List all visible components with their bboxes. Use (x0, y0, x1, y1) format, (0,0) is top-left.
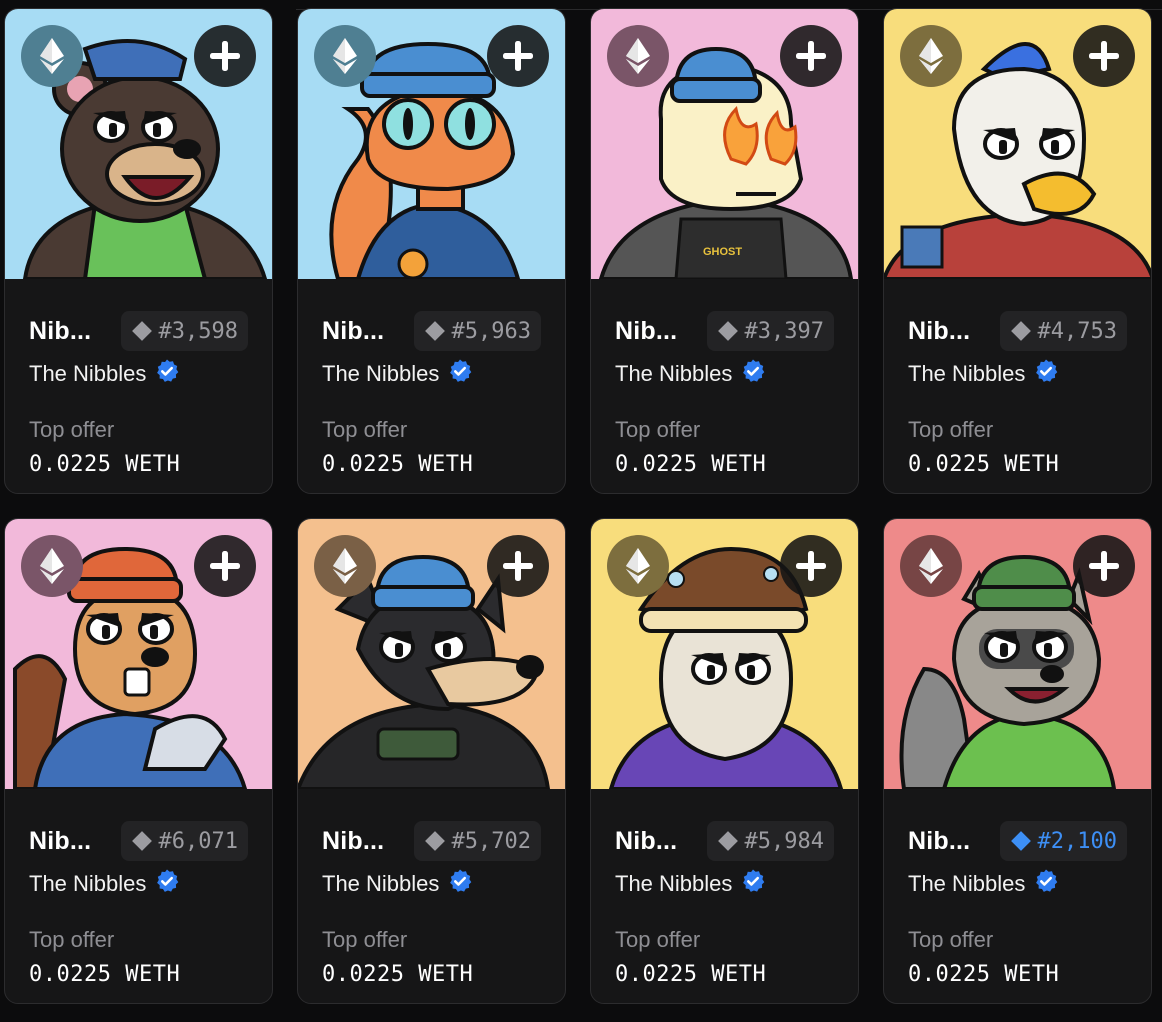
ethereum-icon (607, 535, 669, 597)
collection-name[interactable]: The Nibbles (29, 871, 146, 897)
nft-name[interactable]: Nib... (29, 317, 91, 346)
nft-name[interactable]: Nib... (908, 317, 970, 346)
svg-text:GHOST: GHOST (703, 246, 742, 258)
verified-badge-icon (740, 358, 766, 389)
top-offer-label: Top offer (322, 927, 408, 952)
nft-image[interactable] (298, 9, 565, 279)
rarity-rank: #5,702 (451, 828, 531, 854)
top-offer-value: 0.0225 WETH (322, 452, 474, 477)
nft-name[interactable]: Nib... (615, 827, 677, 856)
nft-card[interactable]: GHOST Nib... #3,397 The Nibbles Top offe… (590, 8, 859, 494)
top-offer-label: Top offer (908, 927, 994, 952)
rarity-rank: #3,397 (744, 318, 824, 344)
nft-card[interactable]: Nib... #5,984 The Nibbles Top offer 0.02… (590, 518, 859, 1004)
top-offer-label: Top offer (615, 417, 701, 442)
add-to-cart-button[interactable] (1073, 535, 1135, 597)
nft-name[interactable]: Nib... (615, 317, 677, 346)
ethereum-icon (607, 25, 669, 87)
ethereum-icon (900, 535, 962, 597)
diamond-icon (1010, 831, 1031, 851)
top-offer-label: Top offer (615, 927, 701, 952)
top-offer-value: 0.0225 WETH (615, 452, 767, 477)
top-offer-value: 0.0225 WETH (908, 962, 1060, 987)
diamond-icon (131, 831, 152, 851)
rarity-rank: #3,598 (158, 318, 238, 344)
nft-name[interactable]: Nib... (322, 317, 384, 346)
diamond-icon (717, 321, 738, 341)
nft-card[interactable]: Nib... #3,598 The Nibbles Top offer 0.02… (4, 8, 273, 494)
rarity-rank-badge: #3,397 (706, 311, 834, 351)
nft-card[interactable]: Nib... #2,100 The Nibbles Top offer 0.02… (883, 518, 1152, 1004)
top-offer-label: Top offer (322, 417, 408, 442)
rarity-rank-badge: #3,598 (120, 311, 248, 351)
nft-image[interactable] (5, 9, 272, 279)
diamond-icon (1010, 321, 1031, 341)
add-to-cart-button[interactable] (487, 535, 549, 597)
collection-name[interactable]: The Nibbles (908, 871, 1025, 897)
diamond-icon (131, 321, 152, 341)
rarity-rank: #5,963 (451, 318, 531, 344)
collection-name[interactable]: The Nibbles (615, 871, 732, 897)
top-offer-label: Top offer (908, 417, 994, 442)
top-offer-label: Top offer (29, 417, 115, 442)
add-to-cart-button[interactable] (194, 25, 256, 87)
rarity-rank-badge: #5,963 (413, 311, 541, 351)
nft-card[interactable]: Nib... #5,702 The Nibbles Top offer 0.02… (297, 518, 566, 1004)
nft-card[interactable]: Nib... #4,753 The Nibbles Top offer 0.02… (883, 8, 1152, 494)
rarity-rank: #5,984 (744, 828, 824, 854)
verified-badge-icon (154, 358, 180, 389)
collection-name[interactable]: The Nibbles (322, 871, 439, 897)
rarity-rank-badge: #5,984 (706, 821, 834, 861)
ethereum-icon (21, 25, 83, 87)
verified-badge-icon (447, 358, 473, 389)
ethereum-icon (314, 535, 376, 597)
collection-name[interactable]: The Nibbles (29, 361, 146, 387)
verified-badge-icon (1033, 358, 1059, 389)
rarity-rank-badge: #2,100 (999, 821, 1127, 861)
nft-image[interactable] (591, 519, 858, 789)
diamond-icon (717, 831, 738, 851)
collection-name[interactable]: The Nibbles (615, 361, 732, 387)
verified-badge-icon (154, 868, 180, 899)
nft-name[interactable]: Nib... (908, 827, 970, 856)
rarity-rank: #2,100 (1037, 828, 1117, 854)
add-to-cart-button[interactable] (487, 25, 549, 87)
nft-grid: Nib... #3,598 The Nibbles Top offer 0.02… (4, 8, 1152, 1004)
diamond-icon (424, 831, 445, 851)
diamond-icon (424, 321, 445, 341)
nft-card[interactable]: Nib... #5,963 The Nibbles Top offer 0.02… (297, 8, 566, 494)
top-offer-value: 0.0225 WETH (322, 962, 474, 987)
ethereum-icon (314, 25, 376, 87)
rarity-rank-badge: #6,071 (120, 821, 248, 861)
nft-name[interactable]: Nib... (322, 827, 384, 856)
nft-image[interactable] (298, 519, 565, 789)
add-to-cart-button[interactable] (780, 535, 842, 597)
top-offer-value: 0.0225 WETH (29, 452, 181, 477)
collection-name[interactable]: The Nibbles (908, 361, 1025, 387)
verified-badge-icon (1033, 868, 1059, 899)
top-offer-value: 0.0225 WETH (615, 962, 767, 987)
verified-badge-icon (740, 868, 766, 899)
rarity-rank: #6,071 (158, 828, 238, 854)
top-offer-value: 0.0225 WETH (908, 452, 1060, 477)
add-to-cart-button[interactable] (194, 535, 256, 597)
nft-image[interactable]: GHOST (591, 9, 858, 279)
collection-name[interactable]: The Nibbles (322, 361, 439, 387)
nft-name[interactable]: Nib... (29, 827, 91, 856)
rarity-rank-badge: #4,753 (999, 311, 1127, 351)
ethereum-icon (900, 25, 962, 87)
nft-image[interactable] (5, 519, 272, 789)
rarity-rank: #4,753 (1037, 318, 1117, 344)
nft-card[interactable]: Nib... #6,071 The Nibbles Top offer 0.02… (4, 518, 273, 1004)
nft-image[interactable] (884, 519, 1151, 789)
top-offer-label: Top offer (29, 927, 115, 952)
add-to-cart-button[interactable] (780, 25, 842, 87)
nft-image[interactable] (884, 9, 1151, 279)
rarity-rank-badge: #5,702 (413, 821, 541, 861)
verified-badge-icon (447, 868, 473, 899)
add-to-cart-button[interactable] (1073, 25, 1135, 87)
ethereum-icon (21, 535, 83, 597)
top-offer-value: 0.0225 WETH (29, 962, 181, 987)
